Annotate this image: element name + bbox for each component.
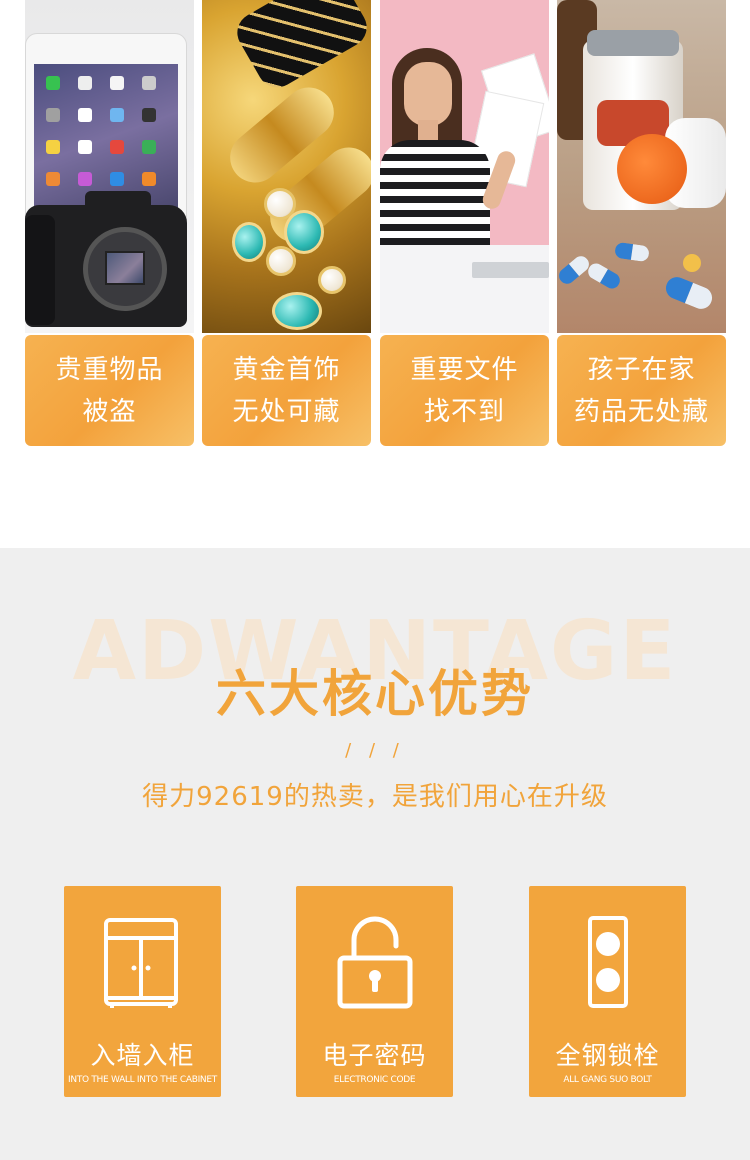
feature-name: 入墙入柜 [90,1041,195,1070]
advantage-section: ADWANTAGE 六大核心优势 / / / 得力92619的热卖，是我们用心在… [0,548,750,1160]
jewelry-photo [202,0,371,333]
problem-card-jewelry: 黄金首饰 无处可藏 [202,0,371,446]
feature-english: INTO THE WALL INTO THE CABINET [68,1075,217,1085]
problem-card-line2: 找不到 [423,396,505,427]
cabinet-icon [104,918,178,1008]
feature-card-wall-cabinet: 入墙入柜 INTO THE WALL INTO THE CABINET [64,886,221,1097]
medicine-photo [557,0,726,333]
problem-card-label: 黄金首饰 无处可藏 [202,335,371,446]
problem-card-valuables: 贵重物品 被盗 [25,0,194,446]
problem-card-line1: 黄金首饰 [232,354,341,385]
advantage-title: 六大核心优势 [216,665,534,723]
problem-card-line1: 贵重物品 [55,354,164,385]
problem-card-line1: 重要文件 [410,354,519,385]
problem-card-medicine: 孩子在家 药品无处藏 [557,0,726,446]
documents-photo [380,0,549,333]
padlock-icon [337,916,413,1009]
problem-card-line2: 药品无处藏 [573,396,709,427]
problem-card-line2: 被盗 [82,396,137,427]
problem-card-label: 贵重物品 被盗 [25,335,194,446]
problem-card-label: 孩子在家 药品无处藏 [557,335,726,446]
problem-card-line2: 无处可藏 [232,396,341,427]
valuables-photo [25,0,194,333]
feature-english: ELECTRONIC CODE [333,1075,416,1085]
camera-image [25,191,187,327]
title-divider: / / / [345,740,405,761]
feature-card-electronic-code: 电子密码 ELECTRONIC CODE [296,886,453,1097]
feature-name: 全钢锁栓 [555,1041,660,1070]
feature-name: 电子密码 [322,1041,427,1070]
feature-english: ALL GANG SUO BOLT [563,1075,652,1085]
advantage-subtitle: 得力92619的热卖，是我们用心在升级 [142,782,608,812]
bolt-icon [588,916,628,1008]
problem-card-documents: 重要文件 找不到 [380,0,549,446]
problem-card-line1: 孩子在家 [587,354,696,385]
problem-card-label: 重要文件 找不到 [380,335,549,446]
problem-cards-section: 贵重物品 被盗 黄金首饰 无处可藏 重要文件 找不到 孩子在家 药品无处藏 [0,0,750,548]
feature-card-steel-bolt: 全钢锁栓 ALL GANG SUO BOLT [529,886,686,1097]
